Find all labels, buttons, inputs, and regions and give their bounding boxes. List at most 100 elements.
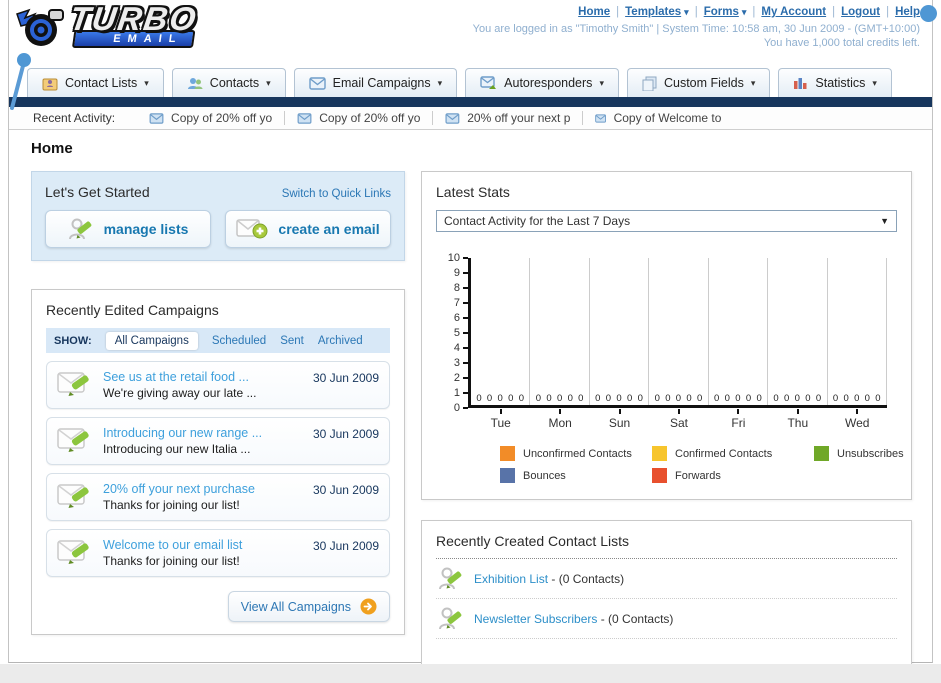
envelope-icon — [149, 112, 164, 124]
legend-label: Forwards — [675, 469, 721, 482]
tab-autoresponders[interactable]: Autoresponders ▾ — [465, 68, 619, 97]
tab-contact-lists[interactable]: Contact Lists ▾ — [27, 68, 164, 97]
right-column: Latest Stats Contact Activity for the La… — [421, 171, 912, 683]
manage-lists-button[interactable]: manage lists — [45, 210, 211, 248]
tab-label: Statistics — [815, 76, 866, 90]
footer-band — [0, 664, 941, 683]
logo[interactable]: TURBO EMAIL — [15, 0, 200, 52]
campaign-title-link[interactable]: Introducing our new range ... — [103, 425, 303, 442]
recent-activity-bar: Recent Activity: Copy of 20% off yo Copy… — [9, 107, 932, 130]
recent-activity-item[interactable]: Copy of 20% off yo — [137, 111, 286, 125]
filter-scheduled[interactable]: Scheduled — [212, 335, 266, 347]
contact-list-row[interactable]: Exhibition List - (0 Contacts) — [436, 559, 897, 599]
campaign-title-link[interactable]: Welcome to our email list — [103, 537, 303, 554]
tab-custom-fields[interactable]: Custom Fields ▾ — [626, 68, 771, 97]
tab-email-campaigns[interactable]: Email Campaigns ▾ — [293, 68, 458, 97]
manage-lists-label: manage lists — [103, 221, 189, 237]
data-value-label: 0 — [697, 393, 703, 404]
contact-list-text: Newsletter Subscribers - (0 Contacts) — [474, 612, 673, 626]
legend-item: Unsubscribes — [814, 446, 941, 461]
nav-link-help[interactable]: Help — [895, 6, 920, 18]
data-value-label: 0 — [724, 393, 730, 404]
data-value-label: 0 — [745, 393, 752, 404]
chevron-down-icon: ▾ — [266, 77, 271, 88]
contact-list-link[interactable]: Newsletter Subscribers — [474, 612, 597, 626]
data-value-label: 0 — [508, 393, 514, 404]
nav-link-logout[interactable]: Logout — [841, 6, 880, 18]
recent-activity-item[interactable]: 20% off your next p — [433, 111, 584, 125]
show-label: SHOW: — [54, 334, 92, 347]
chart-day-group: 00000 — [828, 258, 887, 405]
stats-dropdown[interactable]: Contact Activity for the Last 7 Days ▼ — [436, 210, 897, 232]
contact-list-count: - (0 Contacts) — [600, 611, 674, 626]
campaign-row[interactable]: Welcome to our email list Thanks for joi… — [46, 529, 390, 577]
nav-link-label: Templates — [625, 6, 682, 18]
view-all-campaigns-button[interactable]: View All Campaigns — [227, 591, 390, 622]
arrow-circle-icon — [360, 598, 377, 615]
envelope-icon — [445, 112, 460, 124]
nav-link-templates[interactable]: Templates ▾ — [625, 6, 689, 18]
page-title: Home — [31, 140, 73, 157]
campaign-date: 30 Jun 2009 — [312, 427, 379, 441]
recent-activity-item[interactable]: Copy of 20% off yo — [285, 111, 434, 125]
tab-label: Contacts — [209, 76, 260, 90]
contact-list-link[interactable]: Exhibition List — [474, 572, 548, 586]
separator: | — [752, 6, 756, 18]
campaign-row[interactable]: Introducing our new range ... Introducin… — [46, 417, 390, 465]
help-bubble-icon[interactable] — [920, 5, 937, 22]
data-value-label: 0 — [497, 393, 503, 404]
statistics-icon — [794, 78, 807, 89]
chart-day-group: 00000 — [590, 258, 650, 405]
campaign-title-link[interactable]: See us at the retail food ... — [103, 369, 303, 386]
x-tick-label: Tue — [471, 409, 530, 430]
nav-link-label: Forms — [703, 6, 739, 18]
data-value-label: 0 — [854, 393, 860, 404]
recent-activity-text: Copy of 20% off yo — [319, 111, 421, 125]
data-value-label: 0 — [546, 393, 552, 404]
data-value-label: 0 — [556, 393, 563, 404]
recently-created-contact-lists-panel: Recently Created Contact Lists Exhibitio… — [421, 520, 912, 683]
data-value-label: 0 — [714, 393, 720, 404]
data-value-label: 0 — [784, 393, 790, 404]
filter-sent[interactable]: Sent — [280, 335, 304, 347]
nav-link-my-account[interactable]: My Account — [761, 6, 826, 18]
recent-activity-text: 20% off your next p — [467, 111, 571, 125]
campaign-row[interactable]: See us at the retail food ... We're givi… — [46, 361, 390, 409]
nav-link-forms[interactable]: Forms ▾ — [704, 6, 747, 18]
filter-all-campaigns[interactable]: All Campaigns — [105, 331, 198, 350]
tab-statistics[interactable]: Statistics ▾ — [778, 68, 892, 97]
data-value-label: 0 — [486, 393, 493, 404]
campaign-text: 20% off your next purchase Thanks for jo… — [103, 481, 303, 513]
data-value-label: 0 — [578, 393, 584, 404]
create-email-button[interactable]: create an email — [225, 210, 391, 248]
recent-activity-text: Copy of Welcome to — [613, 111, 722, 125]
campaign-title-link[interactable]: 20% off your next purchase — [103, 481, 303, 498]
contact-list-row[interactable]: Newsletter Subscribers - (0 Contacts) — [436, 599, 897, 639]
tab-contacts[interactable]: Contacts ▾ — [171, 68, 286, 97]
data-value-label: 0 — [535, 393, 542, 404]
legend-item: Unconfirmed Contacts — [500, 446, 652, 461]
x-tick-label: Wed — [828, 409, 887, 430]
data-value-label: 0 — [843, 393, 849, 404]
data-value-label: 0 — [832, 393, 839, 404]
legend-swatch — [500, 446, 515, 461]
data-value-label: 0 — [686, 393, 692, 404]
legend-item: Forwards — [652, 468, 814, 483]
switch-quick-links-link[interactable]: Switch to Quick Links — [282, 188, 391, 200]
recent-activity-item[interactable]: Copy of Welcome to — [583, 111, 733, 125]
get-started-panel: Let's Get Started Switch to Quick Links … — [31, 171, 405, 261]
campaign-row[interactable]: 20% off your next purchase Thanks for jo… — [46, 473, 390, 521]
left-column: Let's Get Started Switch to Quick Links … — [31, 171, 405, 635]
logo-title: TURBO — [67, 0, 200, 37]
autoresponders-icon — [480, 76, 497, 89]
campaign-text: Introducing our new range ... Introducin… — [103, 425, 303, 457]
y-axis-labels: 10 9 8 7 6 5 4 3 2 1 0 — [447, 252, 460, 414]
envelope-icon — [595, 113, 607, 123]
contact-list-count: - (0 Contacts) — [551, 571, 625, 586]
x-tick-label: Thu — [768, 409, 827, 430]
chevron-down-icon: ▾ — [750, 77, 756, 88]
campaign-envelope-icon — [57, 428, 89, 452]
filter-archived[interactable]: Archived — [318, 335, 363, 347]
nav-link-home[interactable]: Home — [578, 6, 610, 18]
tab-label: Email Campaigns — [332, 76, 431, 90]
